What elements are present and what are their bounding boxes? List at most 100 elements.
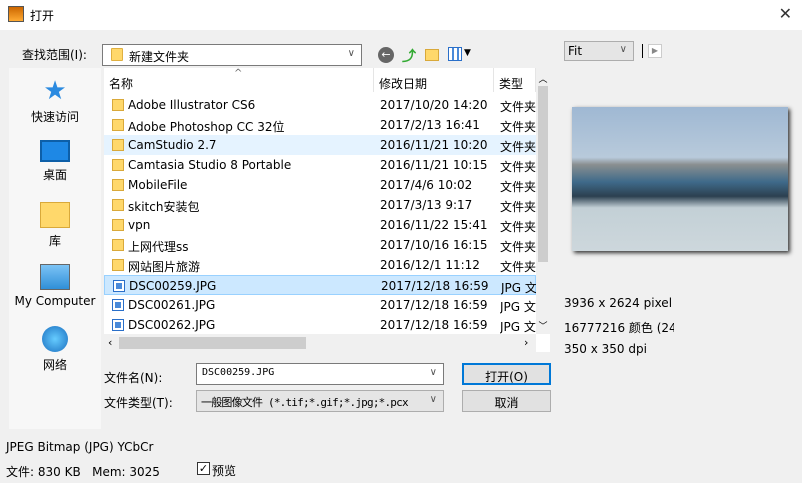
preview-checkbox-label: 预览 — [212, 464, 237, 478]
filetype-label: 文件类型(T): — [104, 396, 173, 410]
file-type: 文件夹 — [500, 140, 536, 154]
file-date: 2017/10/20 14:20 — [380, 98, 488, 112]
folder-icon — [112, 119, 124, 131]
view-menu-icon[interactable] — [448, 47, 462, 61]
file-row[interactable]: vpn 2016/11/22 15:41 文件夹 — [104, 215, 536, 235]
divider — [642, 44, 643, 58]
computer-icon — [40, 264, 70, 290]
file-name: Camtasia Studio 8 Portable — [128, 158, 292, 172]
preview-checkbox[interactable]: ✓ — [197, 462, 210, 475]
file-row[interactable]: CamStudio 2.7 2016/11/21 10:20 文件夹 — [104, 135, 536, 155]
file-row[interactable]: skitch安装包 2017/3/13 9:17 文件夹 — [104, 195, 536, 215]
file-name: vpn — [128, 218, 151, 232]
close-icon[interactable]: ✕ — [779, 4, 792, 23]
new-folder-icon[interactable] — [425, 49, 439, 61]
sidebar-item-network[interactable]: 网络 — [9, 326, 101, 373]
back-icon[interactable]: ← — [378, 47, 394, 63]
scroll-thumb[interactable] — [538, 86, 548, 262]
lookin-value: 新建文件夹 — [129, 50, 190, 64]
chevron-down-icon[interactable]: ∨ — [430, 367, 437, 378]
column-header-type[interactable]: 类型 — [494, 68, 536, 92]
file-row[interactable]: DSC00261.JPG 2017/12/18 16:59 JPG 文件 — [104, 295, 536, 315]
vertical-scrollbar[interactable]: ︿ ﹀ — [536, 68, 550, 334]
folder-icon — [112, 139, 124, 151]
image-file-icon — [112, 319, 124, 331]
horizontal-scrollbar[interactable]: ‹ › — [104, 334, 536, 352]
scroll-up-icon[interactable]: ︿ — [536, 68, 550, 85]
star-icon: ★ — [43, 76, 67, 106]
up-folder-icon[interactable]: ⤴ — [402, 46, 416, 66]
file-date: 2017/4/6 10:02 — [380, 178, 473, 192]
file-row[interactable]: 网站图片旅游 2016/12/1 11:12 文件夹 — [104, 255, 536, 275]
file-row[interactable]: Camtasia Studio 8 Portable 2016/11/21 10:… — [104, 155, 536, 175]
image-dpi: 350 x 350 dpi — [564, 342, 647, 356]
file-name: MobileFile — [128, 178, 188, 192]
file-date: 2017/2/13 16:41 — [380, 118, 480, 132]
sidebar-item-libraries[interactable]: 库 — [9, 202, 101, 249]
column-header-name[interactable]: 名称 — [104, 68, 374, 92]
sidebar-item-my-computer[interactable]: My Computer — [9, 264, 101, 308]
image-file-icon — [112, 299, 124, 311]
folder-icon — [112, 199, 124, 211]
window-title: 打开 — [30, 9, 55, 23]
file-date: 2017/12/18 16:59 — [380, 298, 488, 312]
format-info: JPEG Bitmap (JPG) YCbCr — [6, 440, 154, 454]
file-date: 2016/11/22 15:41 — [380, 218, 488, 232]
caret-down-icon[interactable]: ▼ — [464, 48, 471, 58]
lookin-dropdown[interactable]: 新建文件夹 ∨ — [102, 44, 362, 66]
folder-icon — [111, 48, 123, 61]
hscroll-thumb[interactable] — [119, 337, 306, 349]
file-type: 文件夹 — [500, 160, 536, 174]
file-type: 文件夹 — [500, 100, 536, 114]
zoom-value: Fit — [568, 44, 583, 58]
filetype-dropdown[interactable]: 一般图像文件 (*.tif;*.gif;*.jpg;*.pcx ∨ — [196, 390, 444, 412]
folder-icon — [112, 219, 124, 231]
file-date: 2017/12/18 16:59 — [381, 279, 489, 293]
filename-input[interactable]: DSC00259.JPG ∨ — [196, 363, 444, 385]
sidebar-item-desktop[interactable]: 桌面 — [9, 140, 101, 183]
file-name: DSC00261.JPG — [128, 298, 216, 312]
sidebar-label: 桌面 — [42, 168, 67, 182]
desktop-icon — [40, 140, 70, 162]
scroll-right-icon[interactable]: › — [524, 336, 528, 349]
file-type: 文件夹 — [500, 220, 536, 234]
scroll-down-icon[interactable]: ﹀ — [536, 319, 550, 332]
file-name: 上网代理ss — [128, 240, 189, 254]
image-dimensions: 3936 x 2624 pixel — [564, 296, 673, 310]
file-name: Adobe Photoshop CC 32位 — [128, 120, 285, 134]
zoom-dropdown[interactable]: Fit ∨ — [564, 41, 634, 61]
file-name: CamStudio 2.7 — [128, 138, 217, 152]
file-row[interactable]: Adobe Photoshop CC 32位 2017/2/13 16:41 文件夹 — [104, 115, 536, 135]
file-size-info: 文件: 830 KB Mem: 30258 KE — [6, 465, 160, 479]
file-date: 2017/12/18 16:59 — [380, 318, 488, 332]
folder-icon — [112, 99, 124, 111]
lookin-label: 查找范围(I): — [22, 48, 87, 62]
file-row[interactable]: Adobe Illustrator CS6 2017/10/20 14:20 文件夹 — [104, 95, 536, 115]
scroll-left-icon[interactable]: ‹ — [108, 336, 112, 349]
folder-icon — [112, 239, 124, 251]
folder-icon — [112, 159, 124, 171]
column-header-date[interactable]: 修改日期 — [374, 68, 494, 92]
file-row[interactable]: DSC00259.JPG 2017/12/18 16:59 JPG 文件 — [104, 275, 537, 295]
file-name: skitch安装包 — [128, 200, 200, 214]
file-type: JPG 文件 — [500, 320, 536, 334]
sidebar-item-quick-access[interactable]: ★ 快速访问 — [9, 78, 101, 125]
chevron-down-icon: ∨ — [429, 394, 437, 405]
filetype-value: 一般图像文件 (*.tif;*.gif;*.jpg;*.pcx — [201, 396, 409, 409]
cancel-button[interactable]: 取消 — [462, 390, 551, 412]
file-list[interactable]: ^ 名称 修改日期 类型 Adobe Illustrator CS6 2017/1… — [104, 68, 550, 352]
file-type: 文件夹 — [500, 200, 536, 214]
app-icon — [8, 6, 24, 22]
folder-icon — [112, 179, 124, 191]
play-icon[interactable]: ▶ — [648, 44, 662, 58]
open-button[interactable]: 打开(O) — [462, 363, 551, 385]
file-date: 2016/12/1 11:12 — [380, 258, 480, 272]
image-colors: 16777216 颜色 (24 bil — [564, 321, 674, 335]
file-row[interactable]: DSC00262.JPG 2017/12/18 16:59 JPG 文件 — [104, 315, 536, 335]
file-row[interactable]: 上网代理ss 2017/10/16 16:15 文件夹 — [104, 235, 536, 255]
filename-value: DSC00259.JPG — [202, 367, 275, 378]
file-row[interactable]: MobileFile 2017/4/6 10:02 文件夹 — [104, 175, 536, 195]
title-bar: 打开 ✕ — [0, 0, 802, 30]
chevron-down-icon: ∨ — [619, 44, 627, 55]
sidebar-label: 网络 — [42, 358, 67, 372]
